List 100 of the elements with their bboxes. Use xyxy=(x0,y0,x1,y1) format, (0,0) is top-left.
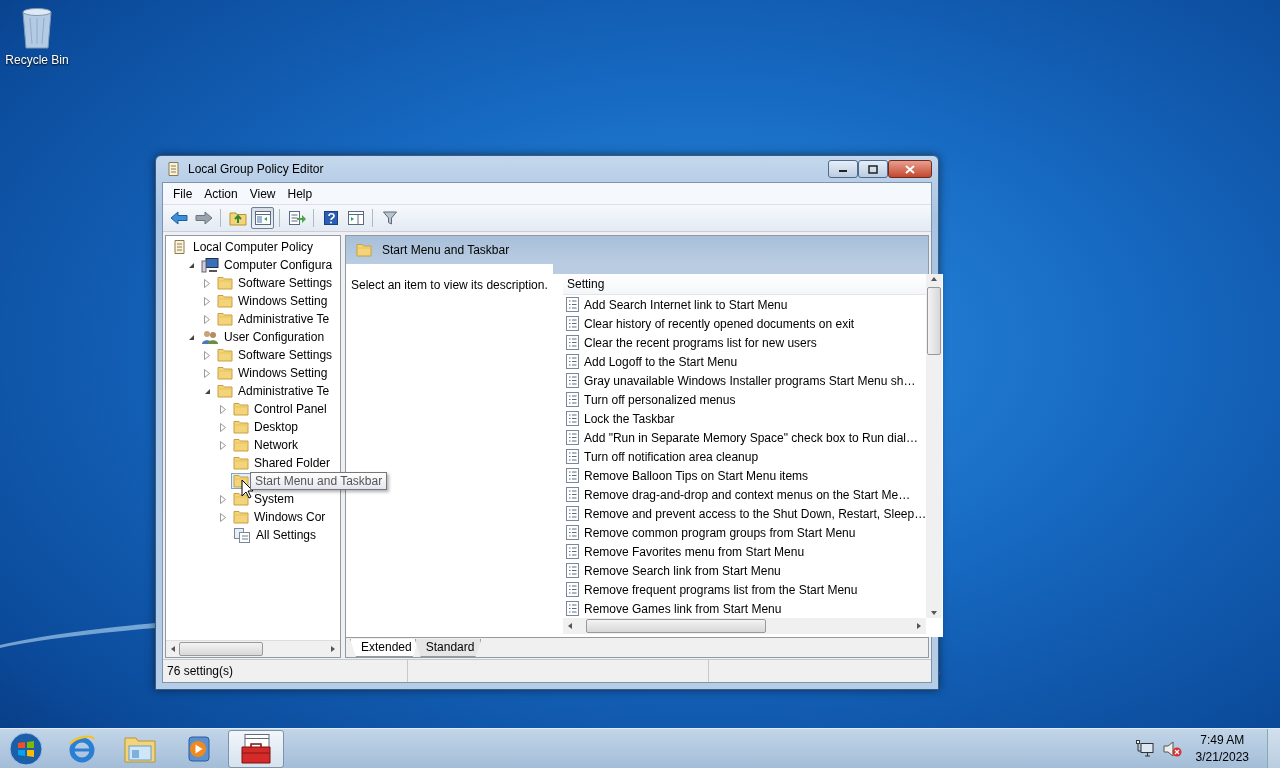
setting-item[interactable]: Remove common program groups from Start Menu xyxy=(584,525,856,540)
folder-icon xyxy=(217,384,233,398)
document-icon xyxy=(166,161,182,177)
scroll-down-icon xyxy=(930,610,939,616)
recycle-bin-icon[interactable] xyxy=(19,6,55,50)
tree-item[interactable]: Shared Folder xyxy=(254,456,331,470)
folder-icon xyxy=(356,243,372,257)
tree-item[interactable]: Software Settings xyxy=(238,276,333,290)
tree-item[interactable]: Software Settings xyxy=(238,348,333,362)
clock-date[interactable]: 3/21/2023 xyxy=(1195,748,1249,766)
status-text: 76 setting(s) xyxy=(167,664,234,678)
tree-item[interactable]: Windows Setting xyxy=(238,366,328,380)
folder-icon xyxy=(233,420,249,434)
setting-item[interactable]: Remove Favorites menu from Start Menu xyxy=(584,544,805,559)
muted-speaker-icon[interactable] xyxy=(1161,739,1182,758)
setting-page-icon xyxy=(566,487,579,502)
close-icon xyxy=(905,164,915,174)
maximize-icon xyxy=(868,164,878,174)
tree-item[interactable]: Control Panel xyxy=(254,402,327,416)
setting-item[interactable]: Remove drag-and-drop and context menus on the Start Me… xyxy=(584,487,911,502)
clock-time[interactable]: 7:49 AM xyxy=(1200,731,1245,749)
scroll-left-icon xyxy=(169,645,177,653)
setting-page-icon xyxy=(566,544,579,559)
view-tab[interactable]: Standard xyxy=(414,639,482,657)
setting-page-icon xyxy=(566,563,579,578)
browser-icon[interactable] xyxy=(67,733,97,764)
folder-icon xyxy=(233,402,249,416)
scrollbar-thumb[interactable] xyxy=(586,619,766,633)
setting-page-icon xyxy=(566,354,579,369)
folder-icon xyxy=(233,438,249,452)
setting-page-icon xyxy=(566,392,579,407)
setting-item[interactable]: Add "Run in Separate Memory Space" check box to Run dial… xyxy=(584,430,919,445)
setting-item[interactable]: Remove Games link from Start Menu xyxy=(584,601,782,616)
setting-page-icon xyxy=(566,582,579,597)
network-icon[interactable] xyxy=(1135,739,1154,758)
folder-icon xyxy=(217,276,233,290)
collapse-arrow-icon[interactable] xyxy=(187,333,195,341)
document-icon xyxy=(172,239,188,255)
setting-page-icon xyxy=(566,525,579,540)
setting-page-icon xyxy=(566,449,579,464)
tree-item[interactable]: Administrative Te xyxy=(238,312,330,326)
menu-item[interactable]: Action xyxy=(198,184,244,203)
collapse-arrow-icon[interactable] xyxy=(187,261,195,269)
pane-title: Start Menu and Taskbar xyxy=(382,243,510,257)
minimize-button[interactable] xyxy=(828,160,858,178)
setting-page-icon xyxy=(566,335,579,350)
tree-item[interactable]: System xyxy=(254,492,294,506)
folder-icon xyxy=(217,348,233,362)
scrollbar-thumb[interactable] xyxy=(927,287,942,355)
menu-item[interactable]: Help xyxy=(281,184,319,203)
setting-page-icon xyxy=(566,468,579,483)
start-orb-icon[interactable] xyxy=(9,731,43,766)
folder-icon xyxy=(233,492,249,506)
setting-item[interactable]: Clear history of recently opened documents on exit xyxy=(584,316,855,331)
menu-item[interactable]: View xyxy=(243,184,282,203)
tree-item[interactable]: Local Computer Policy xyxy=(193,240,314,254)
folder-icon xyxy=(233,456,249,470)
tooltip: Start Menu and Taskbar xyxy=(250,472,388,490)
tree-item[interactable]: User Configuration xyxy=(224,330,325,344)
mouse-cursor-icon xyxy=(241,479,254,499)
setting-item[interactable]: Remove Balloon Tips on Start Menu items xyxy=(584,468,809,483)
setting-item[interactable]: Turn off notification area cleanup xyxy=(584,449,759,464)
tree-item[interactable]: All Settings xyxy=(256,528,317,542)
tree-item[interactable]: Administrative Te xyxy=(238,384,330,398)
close-button[interactable] xyxy=(888,160,932,178)
setting-item[interactable]: Clear the recent programs list for new users xyxy=(584,335,817,350)
folder-icon xyxy=(233,510,249,524)
tree-item[interactable]: Desktop xyxy=(254,420,299,434)
scrollbar-thumb[interactable] xyxy=(179,642,263,656)
setting-item[interactable]: Turn off personalized menus xyxy=(584,392,736,407)
setting-item[interactable]: Gray unavailable Windows Installer programs Start Menu sh… xyxy=(584,373,916,388)
window-title: Local Group Policy Editor xyxy=(188,162,325,176)
setting-page-icon xyxy=(566,601,579,616)
view-tab[interactable]: Extended xyxy=(350,639,419,657)
folder-icon xyxy=(217,312,233,326)
toolbox-icon[interactable] xyxy=(239,732,273,765)
menu-item[interactable]: File xyxy=(167,184,199,203)
setting-page-icon xyxy=(566,297,579,312)
scroll-up-icon xyxy=(930,276,939,282)
tree-item[interactable]: Network xyxy=(254,438,298,452)
maximize-button[interactable] xyxy=(858,160,888,178)
users-icon xyxy=(201,329,219,345)
setting-page-icon xyxy=(566,373,579,388)
settings-list-icon xyxy=(233,527,251,543)
collapse-arrow-icon[interactable] xyxy=(203,387,211,395)
setting-page-icon xyxy=(566,506,579,521)
setting-item[interactable]: Lock the Taskbar xyxy=(584,411,675,426)
setting-item[interactable]: Remove frequent programs list from the Start Menu xyxy=(584,582,858,597)
folder-icon xyxy=(217,366,233,380)
setting-page-icon xyxy=(566,316,579,331)
tree-item[interactable]: Windows Setting xyxy=(238,294,328,308)
tree-item[interactable]: Windows Cor xyxy=(254,510,326,524)
tree-item[interactable]: Computer Configura xyxy=(224,258,333,272)
scroll-right-icon xyxy=(329,645,337,653)
setting-item[interactable]: Remove and prevent access to the Shut Down, Restart, Sleep… xyxy=(584,506,927,521)
setting-item[interactable]: Remove Search link from Start Menu xyxy=(584,563,781,578)
desktop-icon-label[interactable]: Recycle Bin xyxy=(5,53,69,67)
setting-item[interactable]: Add Logoff to the Start Menu xyxy=(584,354,738,369)
setting-page-icon xyxy=(566,411,579,426)
setting-item[interactable]: Add Search Internet link to Start Menu xyxy=(584,297,788,312)
